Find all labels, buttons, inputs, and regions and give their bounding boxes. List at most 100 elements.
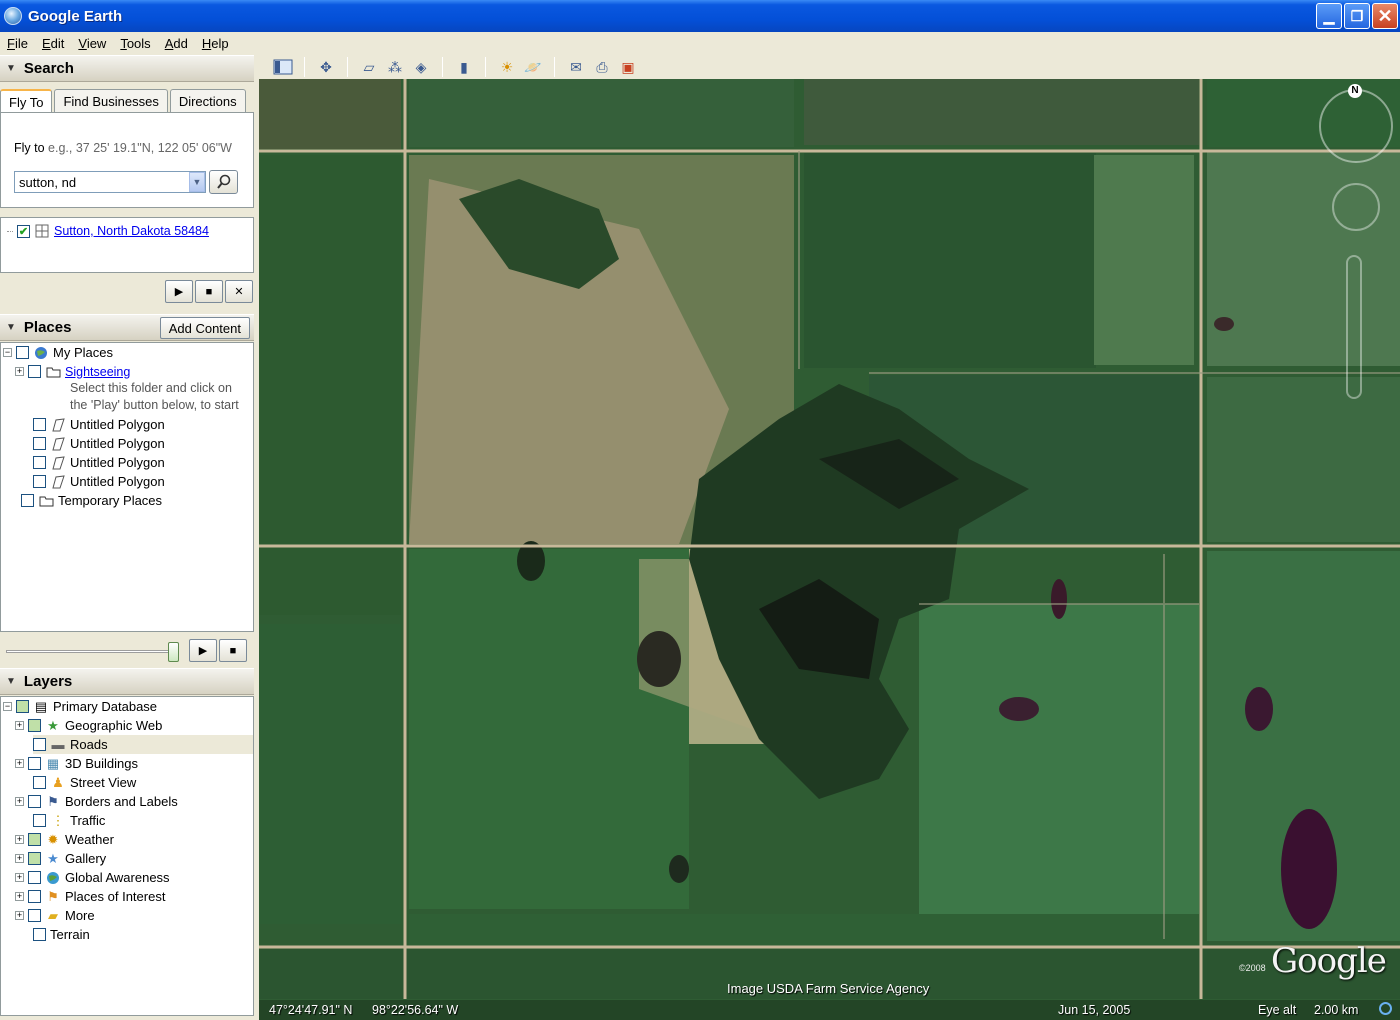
tab-fly-to[interactable]: Fly To bbox=[0, 89, 53, 114]
places-header-label: Places bbox=[23, 319, 72, 336]
menu-file[interactable]: File bbox=[0, 36, 35, 51]
sightseeing-description: Select this folder and click on the 'Pla… bbox=[70, 380, 239, 414]
polygon-checkbox[interactable] bbox=[33, 475, 46, 488]
layer-checkbox[interactable] bbox=[33, 814, 46, 827]
search-results: ✔ Sutton, North Dakota 58484 bbox=[0, 217, 254, 273]
layer-3d-buildings[interactable]: + ▦ 3D Buildings bbox=[15, 754, 138, 773]
menu-add[interactable]: Add bbox=[158, 36, 195, 51]
layer-checkbox[interactable] bbox=[28, 719, 41, 732]
search-go-button[interactable] bbox=[209, 170, 238, 194]
layer-checkbox[interactable] bbox=[28, 757, 41, 770]
layer-borders-labels[interactable]: + ⚑ Borders and Labels bbox=[15, 792, 178, 811]
tree-item-my-places[interactable]: − My Places bbox=[3, 343, 113, 362]
folder-icon bbox=[38, 493, 54, 509]
layer-geographic-web[interactable]: + ★ Geographic Web bbox=[15, 716, 162, 735]
search-dropdown-button[interactable]: ▼ bbox=[189, 172, 205, 192]
polygon-checkbox[interactable] bbox=[33, 437, 46, 450]
expand-toggle[interactable]: + bbox=[15, 367, 24, 376]
layer-global-awareness[interactable]: + Global Awareness bbox=[15, 868, 170, 887]
sightseeing-checkbox[interactable] bbox=[28, 365, 41, 378]
close-button[interactable]: ✕ bbox=[1372, 3, 1398, 29]
menu-view[interactable]: View bbox=[71, 36, 113, 51]
layer-terrain[interactable]: Terrain bbox=[33, 925, 90, 944]
eye-alt-value: 2.00 km bbox=[1314, 1003, 1359, 1017]
layer-roads[interactable]: ▬ Roads bbox=[33, 735, 253, 754]
tree-item-polygon[interactable]: Untitled Polygon bbox=[33, 472, 165, 491]
temporary-places-checkbox[interactable] bbox=[21, 494, 34, 507]
tree-item-sightseeing[interactable]: + Sightseeing bbox=[15, 362, 130, 381]
layer-street-view[interactable]: ♟ Street View bbox=[33, 773, 136, 792]
image-overlay-icon[interactable]: ◈ bbox=[408, 56, 434, 78]
layer-places-of-interest[interactable]: + ⚑ Places of Interest bbox=[15, 887, 165, 906]
tree-item-label: My Places bbox=[53, 345, 113, 360]
layer-label: Places of Interest bbox=[65, 889, 166, 904]
layer-weather[interactable]: + ✹ Weather bbox=[15, 830, 114, 849]
map-view[interactable]: N ©2008 Google Image USDA Farm Service A… bbox=[259, 79, 1400, 1020]
view-in-maps-icon[interactable]: ▣ bbox=[615, 56, 641, 78]
tree-item-label: Untitled Polygon bbox=[70, 436, 165, 451]
layer-checkbox[interactable] bbox=[28, 909, 41, 922]
menu-edit[interactable]: Edit bbox=[35, 36, 71, 51]
collapse-toggle[interactable]: − bbox=[3, 348, 12, 357]
look-joystick[interactable] bbox=[1319, 89, 1393, 163]
sky-planet-icon[interactable]: 🪐 bbox=[520, 56, 546, 78]
zoom-slider[interactable] bbox=[1346, 255, 1362, 399]
search-result-item[interactable]: ✔ Sutton, North Dakota 58484 bbox=[7, 223, 209, 239]
search-header[interactable]: ▼ Search bbox=[0, 55, 254, 82]
maximize-button[interactable]: ❐ bbox=[1344, 3, 1370, 29]
layer-checkbox[interactable] bbox=[28, 871, 41, 884]
layer-checkbox[interactable] bbox=[33, 776, 46, 789]
layer-checkbox[interactable] bbox=[28, 795, 41, 808]
polygon-checkbox[interactable] bbox=[33, 418, 46, 431]
layer-traffic[interactable]: ⋮ Traffic bbox=[33, 811, 105, 830]
polygon-checkbox[interactable] bbox=[33, 456, 46, 469]
slider-track[interactable] bbox=[6, 650, 176, 653]
google-logo: Google bbox=[1271, 941, 1387, 981]
search-input[interactable]: sutton, nd bbox=[14, 171, 206, 193]
layer-checkbox[interactable] bbox=[28, 852, 41, 865]
slider-thumb[interactable] bbox=[168, 642, 179, 662]
sunlight-icon[interactable]: ☀ bbox=[494, 56, 520, 78]
ruler-icon[interactable]: ▮ bbox=[451, 56, 477, 78]
tree-item-polygon[interactable]: Untitled Polygon bbox=[33, 453, 165, 472]
layer-label: Street View bbox=[70, 775, 137, 790]
layer-primary-database[interactable]: − ▤ Primary Database bbox=[3, 697, 157, 716]
layers-header[interactable]: ▼ Layers bbox=[0, 668, 254, 695]
tab-directions[interactable]: Directions bbox=[169, 89, 246, 112]
placemark-add-icon[interactable]: ✥ bbox=[313, 56, 339, 78]
places-header[interactable]: ▼ Places Add Content bbox=[0, 314, 254, 341]
title-bar: Google Earth ▁ ❐ ✕ bbox=[0, 0, 1400, 32]
move-joystick[interactable] bbox=[1332, 183, 1380, 231]
layer-more[interactable]: + ▰ More bbox=[15, 906, 95, 925]
layer-checkbox[interactable] bbox=[33, 928, 46, 941]
path-add-icon[interactable]: ⁂ bbox=[382, 56, 408, 78]
result-link[interactable]: Sutton, North Dakota 58484 bbox=[54, 224, 209, 238]
add-content-button[interactable]: Add Content bbox=[159, 317, 250, 339]
layer-checkbox[interactable] bbox=[16, 700, 29, 713]
minimize-button[interactable]: ▁ bbox=[1316, 3, 1342, 29]
longitude-readout: 98°22'56.64" W bbox=[372, 1003, 459, 1017]
layer-checkbox[interactable] bbox=[28, 890, 41, 903]
stop-tour-button[interactable]: ■ bbox=[219, 639, 247, 662]
menu-help[interactable]: Help bbox=[195, 36, 236, 51]
north-indicator[interactable]: N bbox=[1348, 84, 1362, 98]
menu-tools[interactable]: Tools bbox=[113, 36, 157, 51]
result-checkbox[interactable]: ✔ bbox=[17, 224, 30, 238]
my-places-checkbox[interactable] bbox=[16, 346, 29, 359]
clear-results-button[interactable]: ✕ bbox=[225, 280, 253, 303]
tree-item-temporary-places[interactable]: Temporary Places bbox=[21, 491, 162, 510]
folder-icon bbox=[45, 364, 61, 380]
print-icon[interactable]: ⎙ bbox=[589, 56, 615, 78]
tree-item-polygon[interactable]: Untitled Polygon bbox=[33, 415, 165, 434]
stop-button[interactable]: ■ bbox=[195, 280, 223, 303]
play-button[interactable]: ▶ bbox=[165, 280, 193, 303]
tree-item-polygon[interactable]: Untitled Polygon bbox=[33, 434, 165, 453]
layer-gallery[interactable]: + ★ Gallery bbox=[15, 849, 106, 868]
email-icon[interactable]: ✉ bbox=[563, 56, 589, 78]
polygon-add-icon[interactable]: ▱ bbox=[356, 56, 382, 78]
layer-checkbox[interactable] bbox=[33, 738, 46, 751]
tab-find-businesses[interactable]: Find Businesses bbox=[54, 89, 168, 112]
layer-checkbox[interactable] bbox=[28, 833, 41, 846]
sidebar-toggle-icon[interactable] bbox=[270, 56, 296, 78]
play-tour-button[interactable]: ▶ bbox=[189, 639, 217, 662]
